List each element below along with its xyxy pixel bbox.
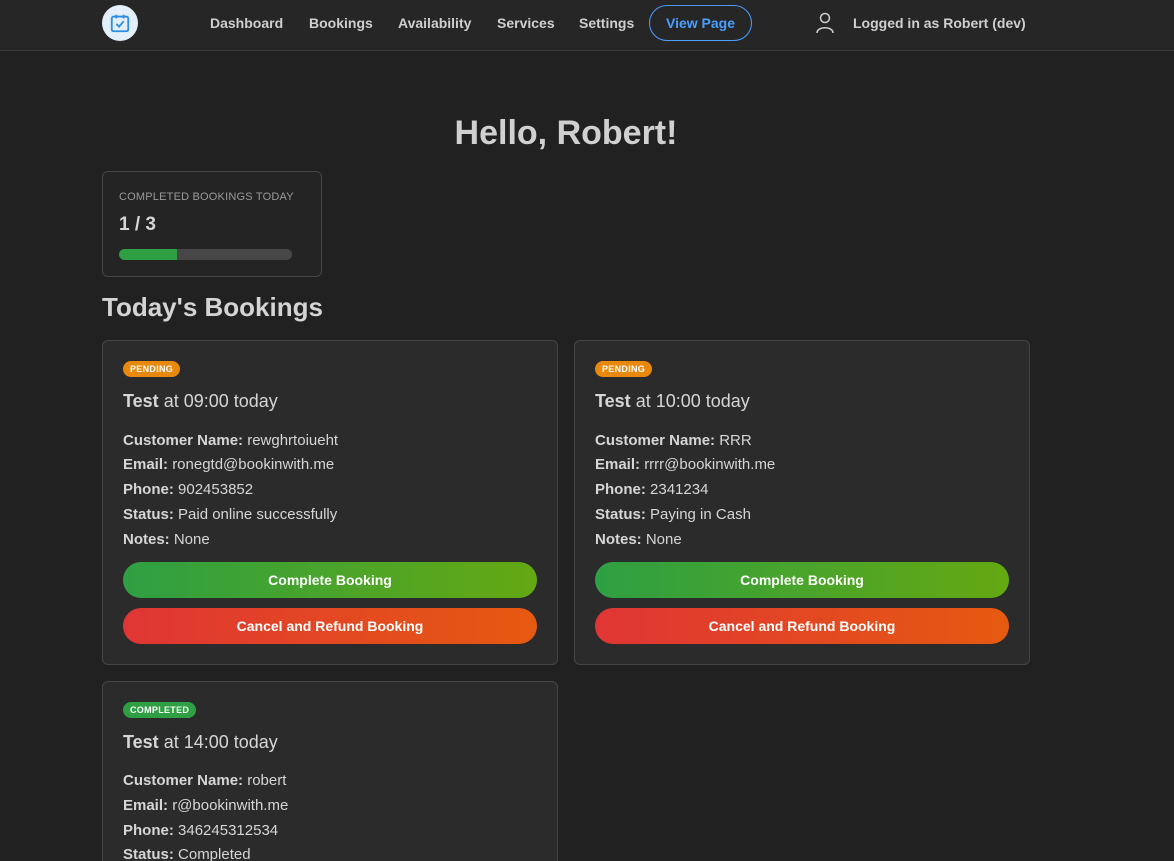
field-value: r@bookinwith.me <box>172 797 289 814</box>
customer-name-row: Customer Name: robert <box>123 772 286 789</box>
field-value: Completed <box>178 846 251 861</box>
field-value: None <box>645 531 682 548</box>
top-navbar: Dashboard Bookings Availability Services… <box>0 0 1174 51</box>
todays-bookings-heading: Today's Bookings <box>102 292 323 322</box>
complete-booking-button[interactable]: Complete Booking <box>123 562 537 598</box>
user-icon[interactable] <box>815 12 835 34</box>
notes-row: Notes: None <box>595 531 682 548</box>
phone-row: Phone: 902453852 <box>123 481 253 498</box>
completed-bookings-stat-card: COMPLETED BOOKINGS TODAY 1 / 3 <box>102 171 322 277</box>
status-badge: PENDING <box>595 361 653 377</box>
status-badge: PENDING <box>123 361 181 377</box>
field-value: 346245312534 <box>178 822 279 839</box>
nav-availability[interactable]: Availability <box>398 15 471 31</box>
cancel-refund-booking-button[interactable]: Cancel and Refund Booking <box>595 608 1009 644</box>
field-label: Phone: <box>123 822 174 839</box>
field-label: Phone: <box>123 481 174 498</box>
phone-row: Phone: 346245312534 <box>123 822 278 839</box>
field-label: Phone: <box>595 481 646 498</box>
logged-in-user-label[interactable]: Logged in as Robert (dev) <box>853 15 1026 31</box>
customer-name-row: Customer Name: rewghrtoiueht <box>123 432 338 449</box>
booking-title: Test at 10:00 today <box>595 391 750 412</box>
email-row: Email: ronegtd@bookinwith.me <box>123 456 334 473</box>
field-value: robert <box>247 772 287 789</box>
booking-title: Test at 09:00 today <box>123 391 278 412</box>
status-row: Status: Completed <box>123 846 251 861</box>
booking-card: COMPLETED Test at 14:00 today Customer N… <box>102 681 558 861</box>
progress-bar-fill <box>119 249 177 260</box>
email-row: Email: r@bookinwith.me <box>123 797 288 814</box>
field-value: None <box>173 531 210 548</box>
field-label: Email: <box>123 456 169 473</box>
stat-value: 1 / 3 <box>119 214 156 235</box>
nav-dashboard[interactable]: Dashboard <box>210 15 283 31</box>
field-label: Customer Name: <box>595 432 716 449</box>
booking-card: PENDING Test at 09:00 today Customer Nam… <box>102 340 558 665</box>
booking-card: PENDING Test at 10:00 today Customer Nam… <box>574 340 1030 665</box>
phone-row: Phone: 2341234 <box>595 481 708 498</box>
field-label: Status: <box>123 846 174 861</box>
field-value: ronegtd@bookinwith.me <box>172 456 335 473</box>
complete-booking-button[interactable]: Complete Booking <box>595 562 1009 598</box>
field-value: Paying in Cash <box>650 506 751 523</box>
field-value: 2341234 <box>650 481 709 498</box>
field-value: rrrr@bookinwith.me <box>644 456 776 473</box>
view-page-button[interactable]: View Page <box>649 5 752 41</box>
status-row: Status: Paying in Cash <box>595 506 751 523</box>
field-label: Status: <box>595 506 646 523</box>
booking-service: Test <box>123 732 159 752</box>
field-label: Customer Name: <box>123 772 244 789</box>
field-label: Status: <box>123 506 174 523</box>
field-label: Notes: <box>595 531 642 548</box>
booking-title: Test at 14:00 today <box>123 732 278 753</box>
customer-name-row: Customer Name: RRR <box>595 432 752 449</box>
nav-bookings[interactable]: Bookings <box>309 15 373 31</box>
field-value: rewghrtoiueht <box>247 432 339 449</box>
field-value: RRR <box>719 432 752 449</box>
status-badge: COMPLETED <box>123 702 197 718</box>
greeting-heading: Hello, Robert! <box>454 114 678 152</box>
stat-label: COMPLETED BOOKINGS TODAY <box>119 191 294 203</box>
field-label: Email: <box>123 797 169 814</box>
nav-settings[interactable]: Settings <box>579 15 634 31</box>
cancel-refund-booking-button[interactable]: Cancel and Refund Booking <box>123 608 537 644</box>
calendar-check-logo-icon[interactable] <box>102 5 138 41</box>
field-value: 902453852 <box>178 481 254 498</box>
field-label: Customer Name: <box>123 432 244 449</box>
notes-row: Notes: None <box>123 531 210 548</box>
status-row: Status: Paid online successfully <box>123 506 337 523</box>
booking-time: at 09:00 today <box>163 391 278 411</box>
progress-bar <box>119 249 292 260</box>
booking-service: Test <box>123 391 159 411</box>
nav-services[interactable]: Services <box>497 15 555 31</box>
booking-time: at 10:00 today <box>635 391 750 411</box>
field-label: Email: <box>595 456 641 473</box>
field-value: Paid online successfully <box>178 506 338 523</box>
email-row: Email: rrrr@bookinwith.me <box>595 456 775 473</box>
booking-service: Test <box>595 391 631 411</box>
field-label: Notes: <box>123 531 170 548</box>
booking-time: at 14:00 today <box>163 732 278 752</box>
